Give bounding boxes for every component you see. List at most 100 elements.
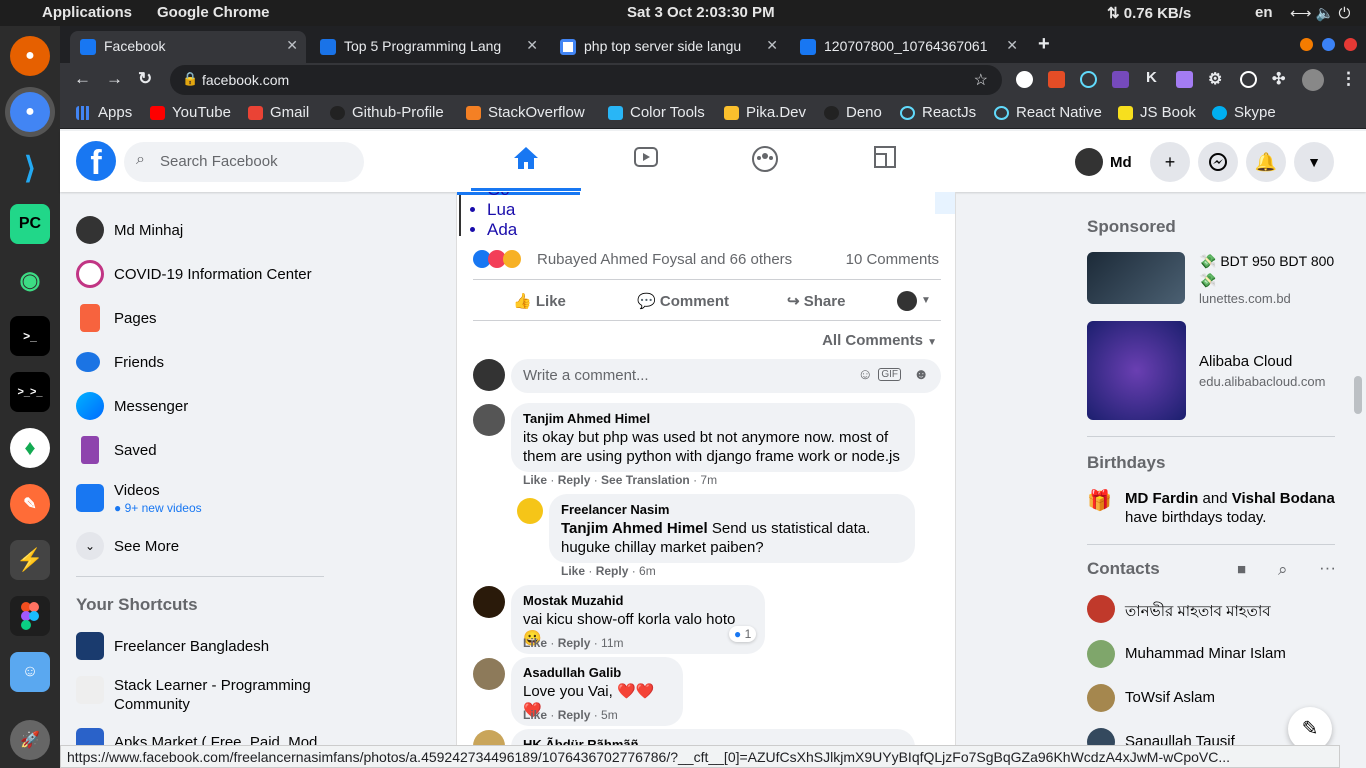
comment-reply-link[interactable]: Reply [558,636,591,650]
system-clock[interactable]: Sat 3 Oct 2:03:30 PM [627,4,775,21]
more-options-icon[interactable]: ··· [1319,558,1336,578]
reactions-text[interactable]: Rubayed Ahmed Foysal and 66 others [537,251,792,268]
birthdays-notice[interactable]: 🎁 MD Fardin and Vishal Bodana have birth… [1087,489,1335,527]
see-translation-link[interactable]: See Translation [601,473,690,487]
tab-facebook-photo[interactable]: 120707800_10764367061 ✕ [790,31,1026,63]
close-tab-icon[interactable]: ✕ [766,37,778,54]
react-devtools-icon[interactable] [1080,71,1097,88]
android-studio-icon[interactable]: ◉ [10,260,50,300]
postman-icon[interactable]: ✎ [10,484,50,524]
figma-icon[interactable] [10,596,50,636]
chrome-menu-icon[interactable]: ⋮ [1340,69,1357,89]
new-tab-icon[interactable]: + [1038,33,1050,56]
page-scrollbar[interactable] [1354,376,1362,414]
back-arrow-icon[interactable]: ← [74,69,91,89]
emoji-icon[interactable]: ☺ [858,366,873,383]
system-tray-icons[interactable]: ⟷ 🔈 ⏻ [1290,4,1350,22]
bookmark-github-profile[interactable]: Github-Profile [330,104,444,121]
chrome-icon[interactable]: ● [10,92,50,132]
profile-avatar[interactable] [1075,148,1103,176]
tab-top5-programming[interactable]: Top 5 Programming Lang ✕ [310,31,546,63]
pycharm-icon[interactable]: PC [10,204,50,244]
comment-like-link[interactable]: Like [523,473,547,487]
extension-icon[interactable] [1240,71,1257,88]
mongodb-icon[interactable]: ♦ [10,428,50,468]
profile-name[interactable]: Md [1110,154,1132,171]
address-bar[interactable]: 🔒 facebook.com ☆ [170,65,1002,95]
sublime-icon[interactable]: ⚡ [10,540,50,580]
tab-google-search[interactable]: php top server side langu ✕ [550,31,786,63]
bookmark-skype[interactable]: Skype [1212,104,1276,121]
extensions-puzzle-icon[interactable]: ✣ [1272,69,1285,89]
write-comment-input[interactable]: Write a comment... ☺ GIF ☻ [511,359,941,393]
comment-button[interactable]: 💬 Comment [637,292,729,310]
firefox-icon[interactable]: ● [10,36,50,76]
bookmark-reactjs[interactable]: ReactJs [900,104,976,121]
nav-groups[interactable] [710,145,820,191]
bookmark-gmail[interactable]: Gmail [248,104,309,121]
comment-like-link[interactable]: Like [561,564,585,578]
gif-icon[interactable]: GIF [878,368,901,381]
notifications-bell-icon[interactable]: 🔔 [1246,142,1286,182]
comment-reply-link[interactable]: Reply [558,473,591,487]
bookmark-react-native[interactable]: React Native [994,104,1102,121]
share-button[interactable]: ↪ Share [787,292,845,310]
extension-icon[interactable] [1176,71,1193,88]
launcher-rocket-icon[interactable]: 🚀 [10,720,50,760]
avatar[interactable] [473,359,505,391]
messenger-icon[interactable] [1198,142,1238,182]
facebook-logo-icon[interactable]: f [76,141,116,182]
close-tab-icon[interactable]: ✕ [1006,37,1018,54]
bookmark-star-icon[interactable]: ☆ [974,70,988,90]
close-tab-icon[interactable]: ✕ [286,37,298,54]
close-tab-icon[interactable]: ✕ [526,37,538,54]
extension-icon[interactable] [1016,71,1033,88]
window-close-icon[interactable] [1344,38,1357,51]
nav-gaming[interactable] [830,145,940,191]
all-comments-filter[interactable]: All Comments ▼ [822,332,937,349]
applications-menu[interactable]: Applications [42,4,132,21]
bookmark-stackoverflow[interactable]: StackOverflow [466,104,585,121]
post-as-avatar[interactable] [897,291,917,311]
vscode-icon[interactable]: ⟩ [10,148,50,188]
extension-k-icon[interactable]: K [1146,69,1157,86]
nav-watch[interactable] [591,145,701,191]
comments-count[interactable]: 10 Comments [846,251,939,268]
avatar[interactable] [517,498,543,524]
redux-devtools-icon[interactable] [1112,71,1129,88]
chevron-down-icon[interactable]: ▼ [921,295,931,306]
ad-lunettes[interactable]: 💸 BDT 950 BDT 800💸 lunettes.com.bd [1087,252,1335,306]
keyboard-language[interactable]: en [1255,4,1273,21]
comment-like-link[interactable]: Like [523,636,547,650]
terminal-icon[interactable]: >_ [10,316,50,356]
active-app-name[interactable]: Google Chrome [157,4,270,21]
avatar[interactable] [473,586,505,618]
terminator-icon[interactable]: >_>_ [10,372,50,412]
reactions-summary[interactable] [473,250,521,273]
bookmark-deno[interactable]: Deno [824,104,882,121]
comment-reply-link[interactable]: Reply [596,564,629,578]
bookmark-js-book[interactable]: JS Book [1118,104,1196,121]
ad-alibaba-cloud[interactable]: Alibaba Cloud edu.alibabacloud.com [1087,321,1335,421]
finder-icon[interactable]: ☺ [10,652,50,692]
profile-avatar-icon[interactable] [1302,69,1324,91]
search-facebook-input[interactable]: ⌕ Search Facebook [124,142,364,182]
avatar[interactable] [473,658,505,690]
extension-icon[interactable] [1048,71,1065,88]
tab-facebook[interactable]: Facebook ✕ [70,31,306,63]
bookmark-youtube[interactable]: YouTube [150,104,231,121]
bookmark-pika-dev[interactable]: Pika.Dev [724,104,806,121]
bookmark-apps[interactable]: Apps [76,104,132,121]
comment-like-link[interactable]: Like [523,708,547,722]
bookmark-color-tools[interactable]: Color Tools [608,104,705,121]
window-maximize-icon[interactable] [1322,38,1335,51]
window-minimize-icon[interactable] [1300,38,1313,51]
avatar[interactable] [473,404,505,436]
forward-arrow-icon[interactable]: → [106,69,123,89]
comment-reply-link[interactable]: Reply [558,708,591,722]
search-icon[interactable]: ⌕ [1278,560,1288,580]
account-chevron-down-icon[interactable]: ▼ [1294,142,1334,182]
settings-gear-icon[interactable]: ⚙ [1208,69,1222,89]
new-room-video-icon[interactable]: ■ [1237,561,1246,578]
sticker-icon[interactable]: ☻ [913,366,929,383]
